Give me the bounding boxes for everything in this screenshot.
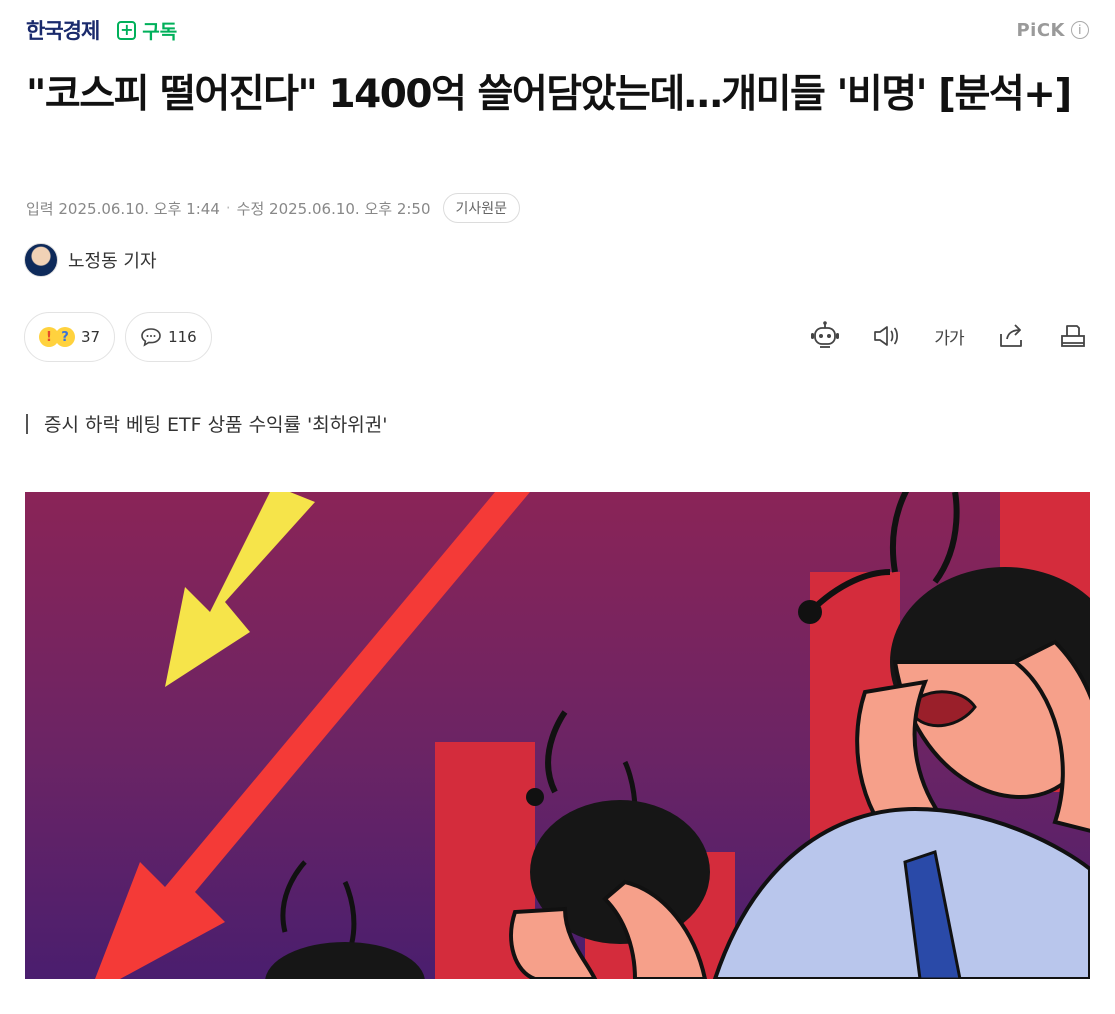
- subheading-text: 증시 하락 베팅 ETF 상품 수익률 '최하위권': [44, 414, 388, 436]
- reaction-button[interactable]: ! ? 37: [24, 312, 116, 362]
- robot-summary-icon[interactable]: [807, 318, 843, 354]
- reaction-bar: ! ? 37 116: [24, 312, 212, 362]
- press-logo[interactable]: 한국경제: [26, 15, 100, 45]
- author-avatar: [24, 243, 58, 277]
- article-meta: 입력 2025.06.10. 오후 1:44 · 수정 2025.06.10. …: [26, 193, 521, 223]
- modified-label: 수정: [236, 199, 265, 218]
- info-icon[interactable]: i: [1071, 21, 1089, 39]
- thinking-emoji-icon: ?: [55, 327, 75, 347]
- press-header: 한국경제 + 구독 PiCK i: [26, 14, 1089, 46]
- share-icon[interactable]: [993, 318, 1029, 354]
- print-icon[interactable]: [1055, 318, 1091, 354]
- input-time: 2025.06.10. 오후 1:44: [58, 199, 220, 218]
- article-subheading: 증시 하락 베팅 ETF 상품 수익률 '최하위권': [26, 410, 387, 437]
- comment-icon: [141, 328, 161, 347]
- article-toolbar: 가가: [807, 318, 1091, 354]
- speaker-icon[interactable]: [869, 318, 905, 354]
- font-size-label: 가가: [934, 328, 964, 349]
- author-name: 노정동 기자: [68, 251, 157, 272]
- plus-icon: +: [117, 20, 137, 40]
- market-crash-illustration: [25, 492, 1090, 979]
- modified-time: 2025.06.10. 오후 2:50: [269, 199, 431, 218]
- comment-count: 116: [168, 328, 197, 346]
- article-title: "코스피 떨어진다" 1400억 쓸어담았는데…개미들 '비명' [분석+]: [26, 72, 1072, 117]
- article-hero-image: [25, 492, 1090, 979]
- original-article-button[interactable]: 기사원문: [442, 193, 521, 223]
- font-size-icon[interactable]: 가가: [931, 318, 967, 354]
- author-byline[interactable]: 노정동 기자: [24, 243, 157, 277]
- comment-button[interactable]: 116: [125, 312, 212, 362]
- meta-separator: ·: [225, 199, 231, 217]
- pick-badge: PiCK i: [1016, 20, 1089, 41]
- pick-label: PiCK: [1016, 19, 1065, 41]
- subheading-bar: [26, 413, 28, 434]
- subscribe-button[interactable]: + 구독: [117, 17, 177, 44]
- subscribe-label: 구독: [142, 20, 178, 43]
- input-label: 입력: [26, 199, 54, 218]
- reaction-count: 37: [81, 328, 101, 346]
